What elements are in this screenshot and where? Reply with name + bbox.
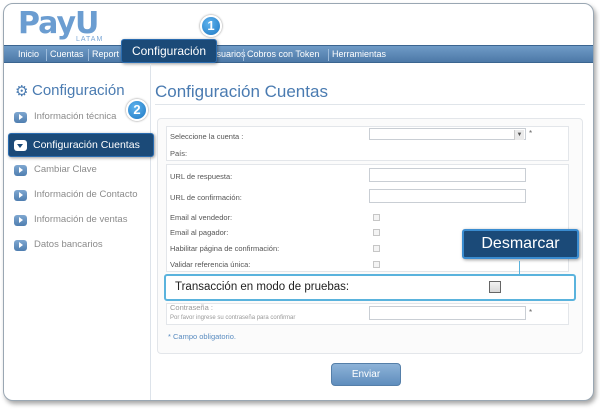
required-mark: * (529, 308, 533, 317)
response-url-field[interactable] (369, 168, 526, 182)
sidebar-item-label: Datos bancarios (34, 239, 103, 250)
logo-sub: LATAM (76, 36, 104, 43)
page-title: Configuración Cuentas (155, 82, 328, 101)
chevron-right-icon (14, 215, 27, 226)
chevron-right-icon (14, 112, 27, 123)
enable-confirm-label: Habilitar página de confirmación: (170, 244, 280, 253)
email-seller-label: Email al vendedor: (170, 213, 233, 222)
step-badge-1: 1 (200, 15, 222, 37)
browser-frame: PayU LATAM Inicio Cuentas Report Usuario… (3, 3, 594, 401)
required-note: * Campo obligatorio. (168, 332, 236, 341)
payu-logo: PayU LATAM (18, 6, 108, 43)
gear-icon: ⚙ (15, 83, 29, 100)
nav-reportes[interactable]: Report (92, 49, 119, 59)
sidebar-item-label: Información técnica (34, 111, 117, 122)
nav-divider (88, 49, 89, 61)
account-select[interactable]: ▼ (369, 128, 526, 140)
title-divider (155, 104, 585, 105)
step-badge-2: 2 (126, 99, 148, 121)
nav-configuracion-active[interactable]: Configuración (121, 39, 217, 63)
test-mode-label: Transacción en modo de pruebas: (175, 281, 350, 293)
nav-cuentas[interactable]: Cuentas (50, 49, 84, 59)
sidebar-item-label: Información de Contacto (34, 189, 138, 200)
chevron-right-icon (14, 190, 27, 201)
sidebar-item-label: Configuración Cuentas (33, 139, 140, 151)
confirm-url-field[interactable] (369, 189, 526, 203)
sidebar-title-label: Configuración (32, 82, 125, 99)
nav-herramientas[interactable]: Herramientas (332, 49, 386, 59)
password-field[interactable] (369, 306, 526, 320)
uncheck-callout: Desmarcar (462, 229, 579, 259)
sidebar-item-label: Información de ventas (34, 214, 128, 225)
country-label: País: (170, 149, 188, 158)
account-label: Seleccione la cuenta : (170, 132, 244, 141)
sidebar-item-label: Cambiar Clave (34, 164, 97, 175)
nav-inicio[interactable]: Inicio (18, 49, 39, 59)
validate-ref-checkbox[interactable] (373, 261, 380, 268)
chevron-down-icon (14, 140, 27, 151)
chevron-right-icon (14, 240, 27, 251)
confirm-url-label: URL de confirmación: (170, 193, 242, 202)
response-url-label: URL de respuesta: (170, 172, 233, 181)
password-hint: Por favor ingrese su contraseña para con… (170, 315, 296, 321)
sidebar-item-configuracion-cuentas[interactable]: Configuración Cuentas (8, 133, 154, 157)
enable-confirm-checkbox[interactable] (373, 245, 380, 252)
chevron-right-icon (14, 165, 27, 176)
test-mode-checkbox[interactable] (489, 281, 501, 293)
chevron-down-icon: ▼ (514, 130, 524, 140)
main-nav: Inicio Cuentas Report Usuarios Cobros co… (4, 45, 593, 63)
nav-divider (46, 49, 47, 61)
email-payer-label: Email al pagador: (170, 228, 229, 237)
callout-connector (519, 261, 520, 274)
test-mode-row: Transacción en modo de pruebas: (164, 274, 576, 301)
required-mark: * (529, 129, 533, 138)
nav-cobros-token[interactable]: Cobros con Token (247, 49, 319, 59)
validate-ref-label: Validar referencia única: (170, 260, 251, 269)
email-payer-checkbox[interactable] (373, 229, 380, 236)
nav-divider (243, 49, 244, 61)
sidebar-title: ⚙ Configuración (15, 82, 125, 100)
submit-button[interactable]: Enviar (331, 363, 401, 386)
nav-divider (328, 49, 329, 61)
email-seller-checkbox[interactable] (373, 214, 380, 221)
password-label: Contraseña : (170, 303, 213, 312)
